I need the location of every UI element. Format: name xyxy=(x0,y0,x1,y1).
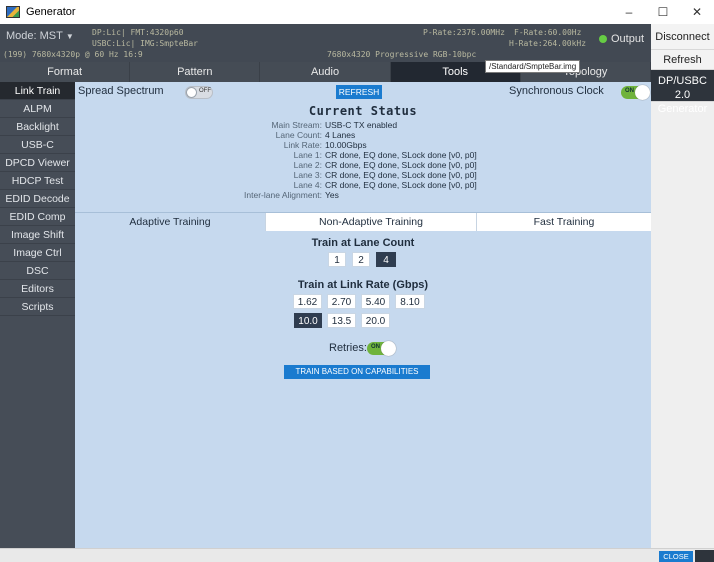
header-image-line: USBC:Lic| IMG:SmpteBar xyxy=(92,39,198,48)
link-rate-option-10-0[interactable]: 10.0 xyxy=(294,313,322,328)
status-label: Lane 2: xyxy=(293,160,322,170)
toggle-knob xyxy=(186,87,197,98)
toggle-state-text: ON xyxy=(625,88,634,94)
current-status-title: Current Status xyxy=(308,104,418,118)
sidebar-item-image-ctrl[interactable]: Image Ctrl xyxy=(0,244,75,262)
link-rate-option-8-10[interactable]: 8.10 xyxy=(395,294,425,309)
disconnect-button[interactable]: Disconnect xyxy=(651,24,714,50)
window-title: Generator xyxy=(26,6,76,18)
synchronous-clock-toggle[interactable]: ON xyxy=(621,85,650,100)
status-value: CR done, EQ done, SLock done [v0, p0] xyxy=(325,180,477,190)
minimize-button[interactable]: – xyxy=(612,0,646,24)
close-window-button[interactable]: ✕ xyxy=(680,0,714,24)
header-f-rate: F-Rate:60.00Hz xyxy=(514,28,582,37)
tab-audio[interactable]: Audio xyxy=(260,62,391,82)
header-p-rate: P-Rate:2376.00MHz xyxy=(423,28,505,37)
close-button[interactable]: CLOSE xyxy=(659,551,693,562)
bottom-bar: CLOSE xyxy=(0,548,714,562)
link-train-toolbar: Spread Spectrum OFF REFRESH Synchronous … xyxy=(75,82,651,102)
tools-sidebar: Link Train ALPM Backlight USB-C DPCD Vie… xyxy=(0,82,75,548)
retries-label: Retries: xyxy=(329,342,367,354)
header-video-line: 7680x4320 Progressive RGB-10bpc xyxy=(327,50,477,59)
status-value: USB-C TX enabled xyxy=(325,120,398,130)
link-rate-option-5-40[interactable]: 5.40 xyxy=(361,294,390,309)
lane-count-title: Train at Lane Count xyxy=(311,237,415,249)
window-titlebar: Generator – ☐ ✕ xyxy=(0,0,714,24)
link-train-panel: Spread Spectrum OFF REFRESH Synchronous … xyxy=(75,82,651,548)
device-name-line1: DP/USBC 2.0 xyxy=(658,75,707,101)
spread-spectrum-toggle[interactable]: OFF xyxy=(185,86,213,99)
sidebar-item-backlight[interactable]: Backlight xyxy=(0,118,75,136)
header-h-rate: H-Rate:264.00kHz xyxy=(509,39,587,48)
status-label: Inter-lane Alignment: xyxy=(244,190,322,200)
mode-label: Mode: MST xyxy=(6,30,63,42)
right-panel: Disconnect Refresh DP/USBC 2.0 Generator xyxy=(651,24,714,562)
status-value: CR done, EQ done, SLock done [v0, p0] xyxy=(325,170,477,180)
sidebar-item-image-shift[interactable]: Image Shift xyxy=(0,226,75,244)
status-label: Main Stream: xyxy=(271,120,322,130)
status-value: Yes xyxy=(325,190,339,200)
link-rate-option-2-70[interactable]: 2.70 xyxy=(327,294,356,309)
status-label: Lane Count: xyxy=(275,130,322,140)
spread-spectrum-label: Spread Spectrum xyxy=(78,85,164,97)
lane-count-option-1[interactable]: 1 xyxy=(328,252,346,267)
toggle-state-text: OFF xyxy=(199,88,211,94)
lane-count-option-4[interactable]: 4 xyxy=(376,252,396,267)
header-format-line: DP:Lic| FMT:4320p60 xyxy=(92,28,184,37)
output-label: Output xyxy=(611,33,645,45)
maximize-button[interactable]: ☐ xyxy=(646,0,680,24)
train-based-on-capabilities-button[interactable]: TRAIN BASED ON CAPABILITIES xyxy=(284,365,430,379)
status-value: 10.00Gbps xyxy=(325,140,367,150)
status-header: Mode: MST ▼ DP:Lic| FMT:4320p60 USBC:Lic|… xyxy=(0,24,651,62)
adaptive-training-panel: Train at Lane Count 1 2 4 Train at Link … xyxy=(75,231,651,548)
status-label: Lane 3: xyxy=(293,170,322,180)
sidebar-item-hdcp-test[interactable]: HDCP Test xyxy=(0,172,75,190)
status-value: 4 Lanes xyxy=(325,130,356,140)
sidebar-item-link-train[interactable]: Link Train xyxy=(0,82,75,100)
link-rate-title: Train at Link Rate (Gbps) xyxy=(297,279,429,291)
device-info: DP/USBC 2.0 Generator xyxy=(651,70,714,115)
status-label: Link Rate: xyxy=(283,140,322,150)
sidebar-item-dsc[interactable]: DSC xyxy=(0,262,75,280)
sidebar-item-edid-comp[interactable]: EDID Comp xyxy=(0,208,75,226)
output-indicator[interactable]: Output xyxy=(599,33,644,45)
status-label: Lane 4: xyxy=(293,180,322,190)
lane-count-option-2[interactable]: 2 xyxy=(352,252,370,267)
tab-pattern[interactable]: Pattern xyxy=(130,62,261,82)
sidebar-item-usb-c[interactable]: USB-C xyxy=(0,136,75,154)
tab-format[interactable]: Format xyxy=(0,62,131,82)
refresh-button[interactable]: REFRESH xyxy=(336,85,382,99)
tab-fast-training[interactable]: Fast Training xyxy=(477,213,651,231)
sidebar-item-scripts[interactable]: Scripts xyxy=(0,298,75,316)
link-rate-option-13-5[interactable]: 13.5 xyxy=(327,313,356,328)
sidebar-item-editors[interactable]: Editors xyxy=(0,280,75,298)
toggle-state-text: ON xyxy=(371,344,380,350)
refresh-side-button[interactable]: Refresh xyxy=(651,50,714,70)
link-rate-option-20-0[interactable]: 20.0 xyxy=(361,313,390,328)
sidebar-item-alpm[interactable]: ALPM xyxy=(0,100,75,118)
header-timing-line: (199) 7680x4320p @ 60 Hz 16:9 xyxy=(3,50,143,59)
link-rate-option-1-62[interactable]: 1.62 xyxy=(293,294,322,309)
sidebar-item-edid-decode[interactable]: EDID Decode xyxy=(0,190,75,208)
chevron-down-icon: ▼ xyxy=(65,32,74,41)
current-status-panel: Current Status Main Stream: USB-C TX ena… xyxy=(75,102,651,212)
status-value: CR done, EQ done, SLock done [v0, p0] xyxy=(325,160,477,170)
tab-adaptive-training[interactable]: Adaptive Training xyxy=(75,213,266,231)
image-path-tooltip: /Standard/SmpteBar.img xyxy=(485,60,581,73)
toggle-knob xyxy=(635,85,650,100)
synchronous-clock-label: Synchronous Clock xyxy=(509,85,604,97)
output-status-icon xyxy=(599,35,607,43)
toggle-knob xyxy=(381,341,396,356)
status-value: CR done, EQ done, SLock done [v0, p0] xyxy=(325,150,477,160)
sidebar-item-dpcd-viewer[interactable]: DPCD Viewer xyxy=(0,154,75,172)
bottom-right-block xyxy=(695,550,714,562)
tab-non-adaptive-training[interactable]: Non-Adaptive Training xyxy=(266,213,477,231)
training-mode-tabs: Adaptive Training Non-Adaptive Training … xyxy=(75,212,651,231)
status-label: Lane 1: xyxy=(293,150,322,160)
app-icon xyxy=(6,6,20,18)
device-name-line2: Generator xyxy=(657,103,708,115)
retries-toggle[interactable]: ON xyxy=(367,341,396,356)
mode-dropdown[interactable]: Mode: MST ▼ xyxy=(6,30,74,42)
